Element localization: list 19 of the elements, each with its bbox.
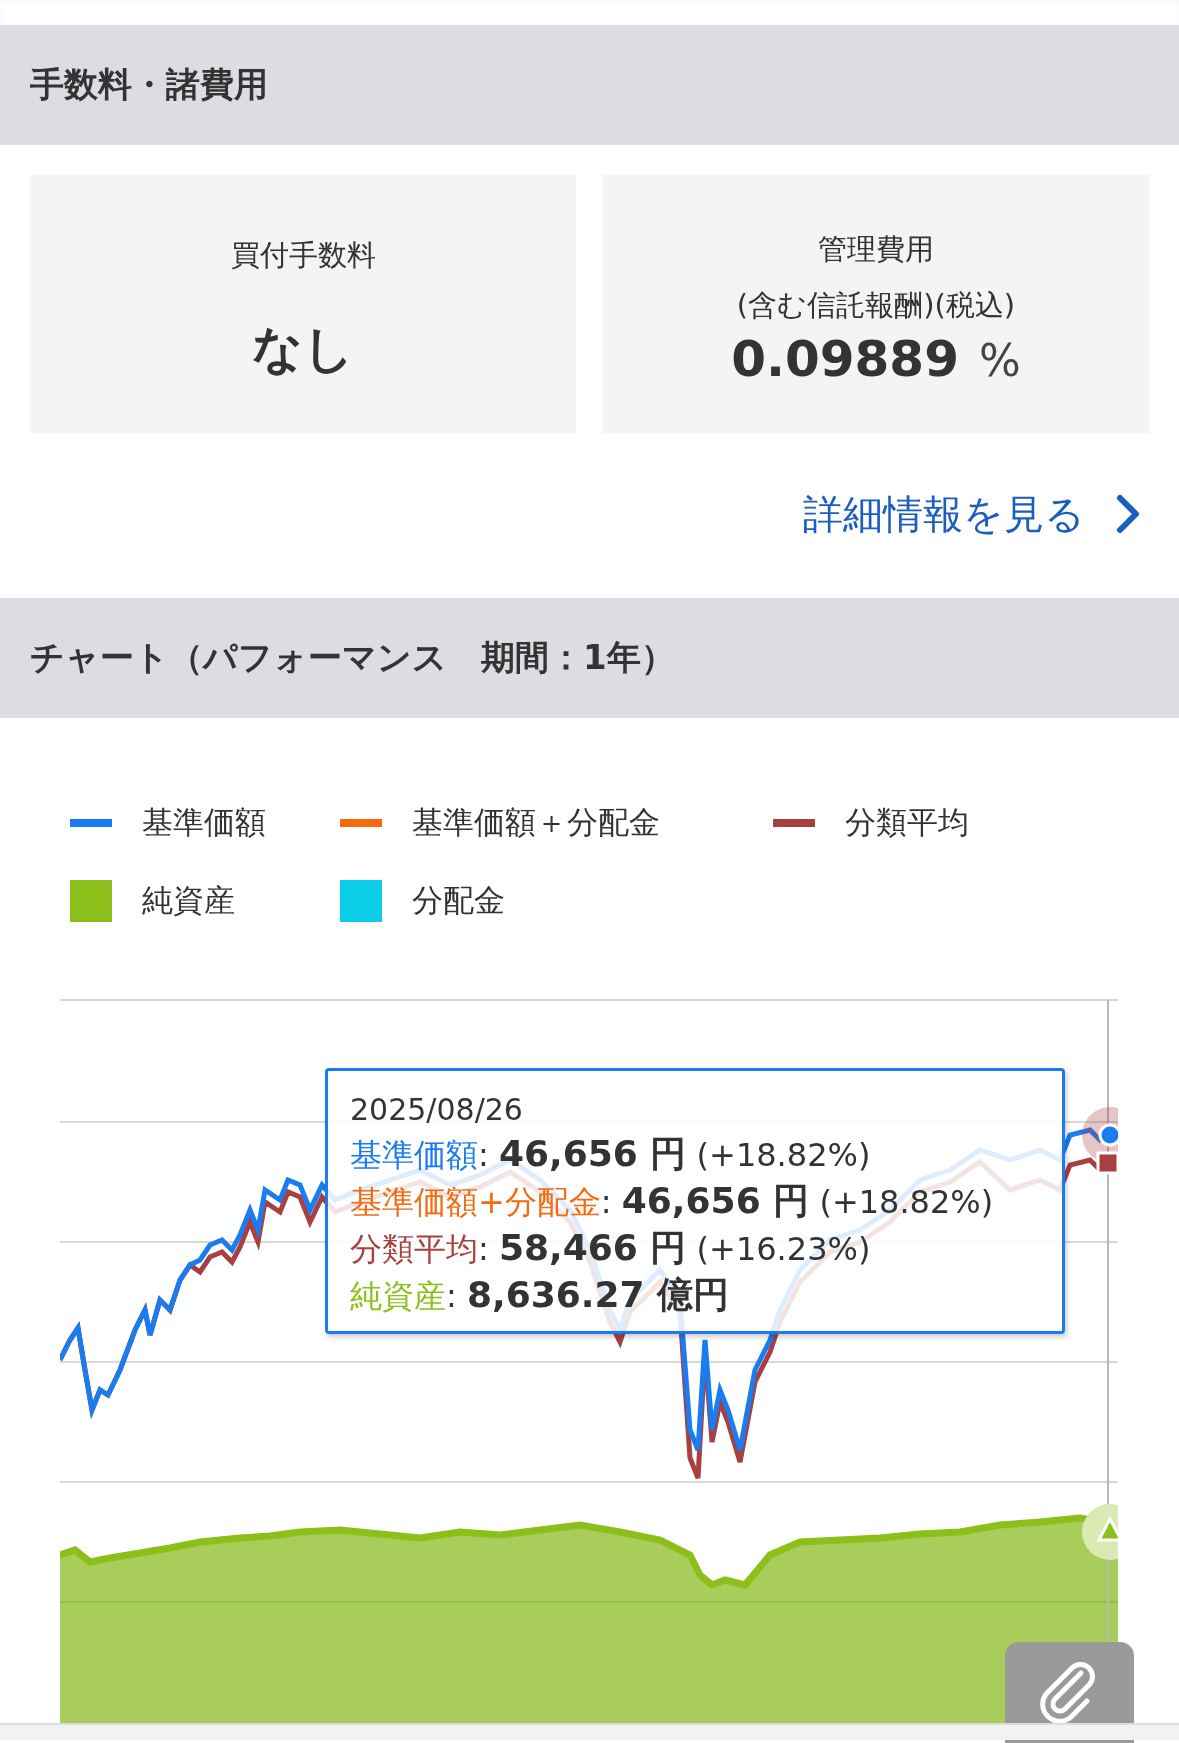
fee-value: 0.09889 (731, 330, 959, 388)
fee-label: (含む信託報酬)(税込) (736, 287, 1016, 324)
legend-label: 基準価額 (142, 803, 266, 842)
fee-label: 買付手数料 (230, 236, 376, 274)
legend-label: 分類平均 (845, 803, 969, 842)
section-title: 手数料・諸費用 (30, 63, 268, 106)
tooltip-row-text: 純資産: 8,636.27 億円 (350, 1273, 731, 1317)
tooltip-row-text: 分類平均: 58,466 円 (+16.23%) (350, 1226, 872, 1270)
tooltip-row-text: 基準価額+分配金: 46,656 円 (+18.82%) (350, 1179, 995, 1223)
section-title: チャート（パフォーマンス 期間：1年） (30, 636, 675, 679)
legend-label: 基準価額＋分配金 (412, 803, 660, 842)
detail-link[interactable]: 詳細情報を見る (803, 486, 1085, 542)
fee-label: 管理費用 (818, 231, 934, 268)
tooltip-row-text: 基準価額: 46,656 円 (+18.82%) (350, 1132, 872, 1176)
unit-label: % (978, 335, 1021, 386)
tooltip-date: 2025/08/26 (350, 1091, 524, 1129)
fee-value: なし (252, 318, 354, 380)
legend-label: 分配金 (412, 881, 505, 920)
legend-label: 純資産 (142, 881, 235, 920)
